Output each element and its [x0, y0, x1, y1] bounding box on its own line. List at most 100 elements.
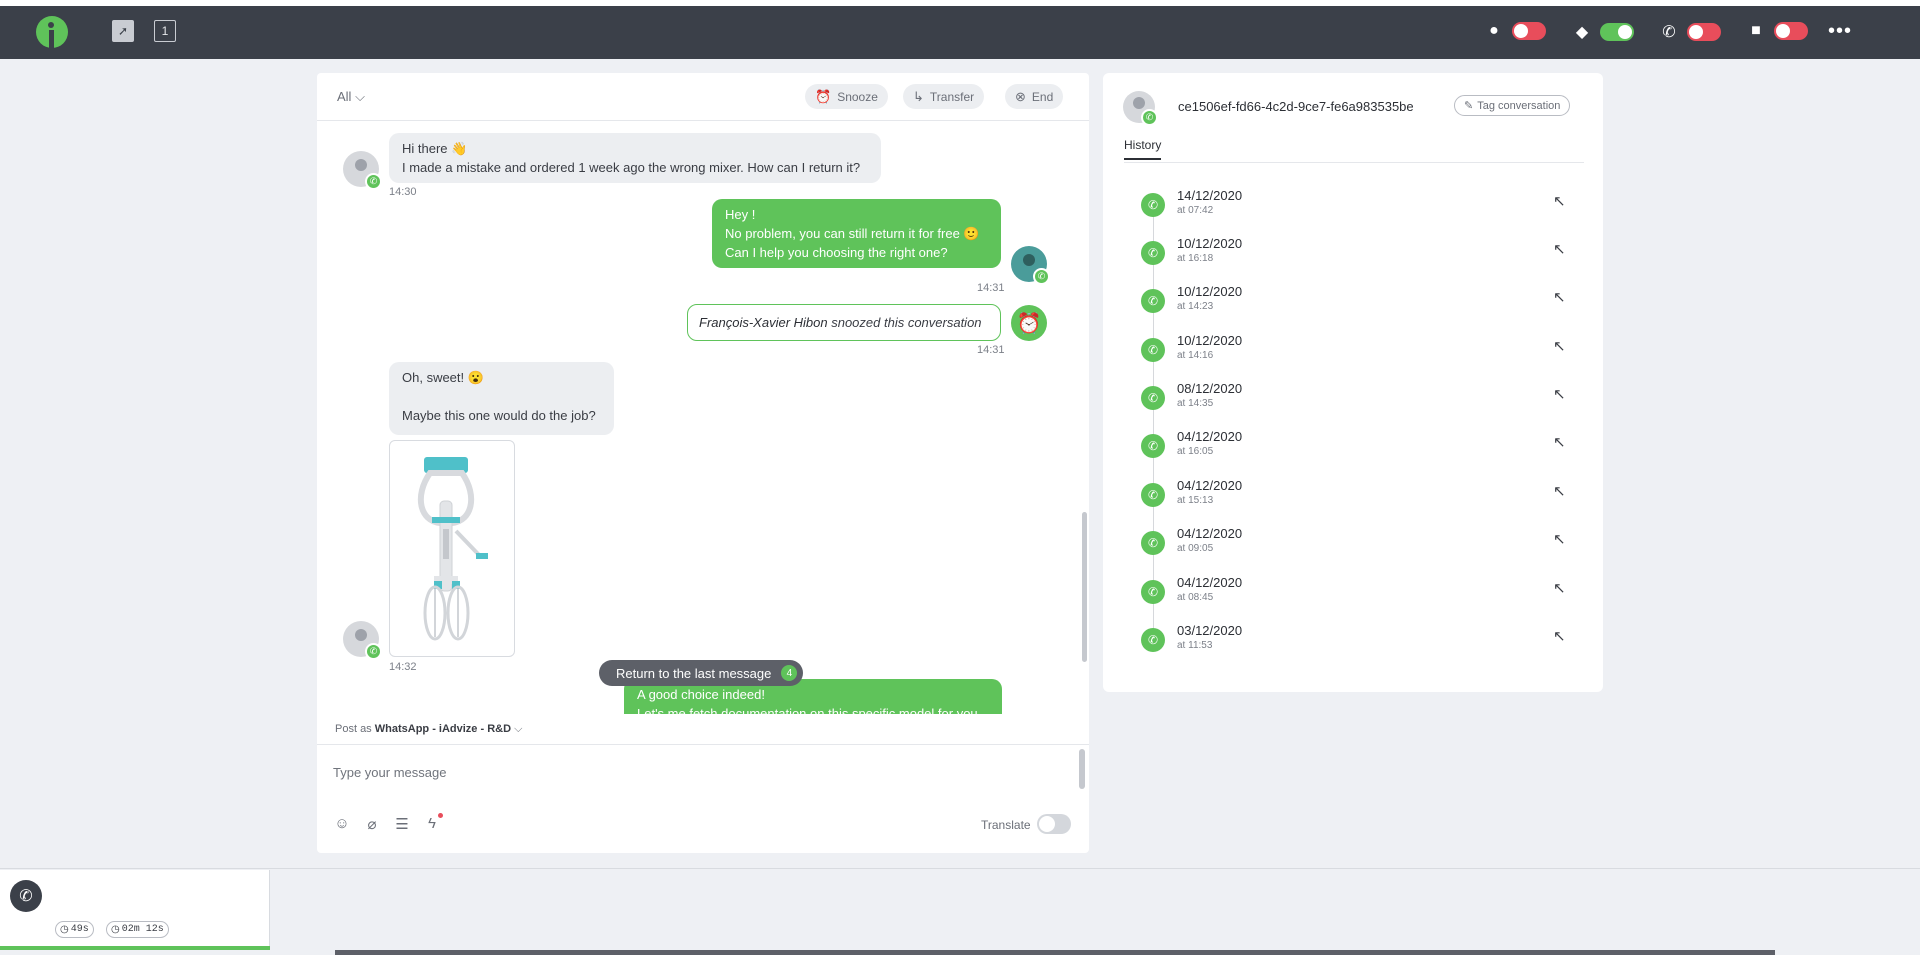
open-conversation-icon[interactable]: ↖	[1553, 433, 1566, 451]
history-time: at 14:16	[1177, 350, 1214, 361]
iadvize-logo	[36, 16, 68, 48]
whatsapp-icon: ✆	[1141, 289, 1165, 313]
history-item[interactable]: ✆ 04/12/2020 at 16:05 ↖	[1141, 429, 1571, 469]
snooze-button[interactable]: ⏰ Snooze	[805, 84, 888, 109]
history-time: at 14:35	[1177, 398, 1214, 409]
chat-icon: ●	[1489, 22, 1499, 39]
history-time: at 07:42	[1177, 205, 1214, 216]
conversation-panel: All ⌵ ⏰ Snooze ↳ Transfer ⊗ End ✆ Hi the…	[317, 73, 1089, 853]
whatsapp-icon: ✆	[1141, 241, 1165, 265]
emoji-icon[interactable]: ☺	[333, 815, 351, 832]
open-conversation-icon[interactable]: ↖	[1553, 385, 1566, 403]
open-conversation-icon[interactable]: ↖	[1553, 530, 1566, 548]
history-time: at 09:05	[1177, 543, 1214, 554]
history-item[interactable]: ✆ 04/12/2020 at 08:45 ↖	[1141, 575, 1571, 615]
transfer-label: Transfer	[929, 89, 975, 104]
post-as-channel: WhatsApp - iAdvize - R&D	[374, 723, 512, 735]
chat-availability-toggle[interactable]	[1512, 22, 1546, 40]
filter-label: All	[337, 89, 352, 104]
history-date: 04/12/2020	[1177, 575, 1243, 590]
transfer-button[interactable]: ↳ Transfer	[903, 84, 985, 109]
open-conversation-icon[interactable]: ↖	[1553, 337, 1566, 355]
product-image-mixer[interactable]	[389, 440, 515, 657]
history-item[interactable]: ✆ 10/12/2020 at 14:23 ↖	[1141, 284, 1571, 324]
whatsapp-icon: ✆	[1141, 483, 1165, 507]
phone-availability-toggle[interactable]	[1687, 23, 1721, 41]
whatsapp-icon: ✆	[1141, 193, 1165, 217]
whatsapp-icon: ✆	[1033, 268, 1050, 285]
message-line: Can I help you choosing the right one?	[725, 245, 948, 260]
group-chat-availability-toggle[interactable]	[1600, 23, 1634, 41]
clock-icon: ◷	[111, 924, 120, 936]
visitor-panel: ✆ ce1506ef-fd66-4c2d-9ce7-fe6a983535be ✎…	[1103, 73, 1603, 692]
visitor-message: Oh, sweet! 😮 Maybe this one would do the…	[389, 362, 614, 435]
history-time: at 16:05	[1177, 446, 1214, 457]
message-line: A good choice indeed!	[637, 687, 765, 702]
tab-history[interactable]: History	[1124, 138, 1162, 160]
cursor-icon[interactable]: ➚	[112, 20, 134, 42]
message-timestamp: 14:30	[389, 186, 417, 198]
history-date: 10/12/2020	[1177, 236, 1243, 251]
open-conversation-icon[interactable]: ↖	[1553, 627, 1566, 645]
agent-message: Hey ! No problem, you can still return i…	[712, 199, 1001, 268]
history-time: at 11:53	[1177, 640, 1213, 651]
message-list-scrollbar[interactable]	[1079, 122, 1089, 714]
message-timestamp: 14:31	[977, 282, 1005, 294]
conversation-tray: ✆ ◷ 49s ◷ 02m 12s	[0, 868, 1920, 955]
group-chat-icon: ◆	[1575, 24, 1589, 41]
tab-divider	[1124, 162, 1584, 163]
whatsapp-icon: ✆	[365, 643, 382, 660]
event-text: snoozed this conversation	[827, 315, 982, 330]
group-chat-availability: ◆	[1572, 22, 1634, 42]
message-line: Let's me fetch documentation on this spe…	[637, 706, 978, 714]
message-filter-dropdown[interactable]: All ⌵	[337, 89, 365, 105]
message-line: Oh, sweet! 😮	[402, 370, 484, 385]
visitor-message: Hi there 👋 I made a mistake and ordered …	[389, 133, 881, 183]
visitor-id: ce1506ef-fd66-4c2d-9ce7-fe6a983535be	[1178, 99, 1414, 114]
open-conversation-icon[interactable]: ↖	[1553, 482, 1566, 500]
tag-conversation-button[interactable]: ✎ Tag conversation	[1454, 95, 1571, 116]
open-conversation-icon[interactable]: ↖	[1553, 579, 1566, 597]
alarm-clock-icon: ⏰	[815, 88, 832, 104]
whatsapp-icon: ✆	[1141, 580, 1165, 604]
history-item[interactable]: ✆ 10/12/2020 at 16:18 ↖	[1141, 236, 1571, 276]
open-conversation-icon[interactable]: ↖	[1553, 240, 1566, 258]
whatsapp-icon: ✆	[1141, 628, 1165, 652]
history-date: 10/12/2020	[1177, 333, 1243, 348]
conversation-count-badge[interactable]: 1	[154, 20, 176, 42]
tag-label: Tag conversation	[1477, 99, 1561, 112]
post-as-selector[interactable]: Post as WhatsApp - iAdvize - R&D ⌵	[335, 723, 522, 736]
message-composer: ☺ ⌀ ☰ ϟ Translate	[317, 744, 1089, 853]
whatsapp-icon: ✆	[1141, 109, 1158, 126]
chevron-down-icon: ⌵	[355, 89, 365, 104]
return-label: Return to the last message	[616, 665, 772, 681]
history-item[interactable]: ✆ 04/12/2020 at 09:05 ↖	[1141, 526, 1571, 566]
video-availability-toggle[interactable]	[1774, 22, 1808, 40]
snooze-event-message: François-Xavier Hibon snoozed this conve…	[687, 304, 1001, 341]
history-time: at 14:23	[1177, 301, 1214, 312]
history-item[interactable]: ✆ 10/12/2020 at 14:16 ↖	[1141, 333, 1571, 373]
history-item[interactable]: ✆ 04/12/2020 at 15:13 ↖	[1141, 478, 1571, 518]
conversation-header: All ⌵ ⏰ Snooze ↳ Transfer ⊗ End	[317, 73, 1089, 121]
open-conversation-icon[interactable]: ↖	[1553, 288, 1566, 306]
message-input[interactable]	[333, 765, 1053, 780]
notification-dot	[438, 813, 443, 818]
end-conversation-button[interactable]: ⊗ End	[1005, 84, 1064, 109]
open-conversation-icon[interactable]: ↖	[1553, 192, 1566, 210]
active-conversation-card[interactable]: ✆ ◷ 49s ◷ 02m 12s	[0, 870, 270, 950]
history-item[interactable]: ✆ 14/12/2020 at 07:42 ↖	[1141, 188, 1571, 228]
message-line: Hey !	[725, 207, 756, 222]
return-to-last-message-button[interactable]: Return to the last message 4	[599, 660, 804, 686]
message-list[interactable]: ✆ Hi there 👋 I made a mistake and ordere…	[317, 122, 1079, 714]
history-item[interactable]: ✆ 03/12/2020 at 11:53 ↖	[1141, 623, 1571, 663]
more-options-icon[interactable]: •••	[1828, 20, 1852, 43]
list-icon[interactable]: ☰	[393, 815, 411, 833]
scrollbar-thumb[interactable]	[1082, 512, 1087, 662]
lightning-icon[interactable]: ϟ	[423, 813, 443, 832]
history-item[interactable]: ✆ 08/12/2020 at 14:35 ↖	[1141, 381, 1571, 421]
whatsapp-icon: ✆	[1141, 434, 1165, 458]
translate-toggle[interactable]	[1037, 814, 1071, 834]
attachment-icon[interactable]: ⌀	[363, 815, 381, 833]
composer-scrollbar[interactable]	[1079, 749, 1085, 789]
clock-icon: ◷	[60, 924, 69, 936]
